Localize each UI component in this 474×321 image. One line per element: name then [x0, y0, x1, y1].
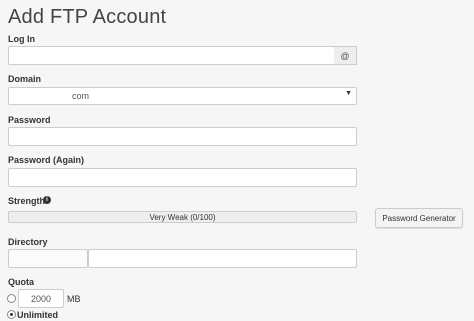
quota-limit-value: 2000 — [30, 293, 52, 304]
quota-unlimited-label: Unlimited — [17, 310, 59, 320]
password-label: Password — [8, 115, 51, 125]
quota-unlimited-radio[interactable] — [7, 310, 16, 319]
directory-label: Directory — [8, 237, 48, 247]
quota-unit: MB — [67, 294, 81, 304]
domain-selected-value: com — [72, 91, 90, 101]
password-generator-label: Password Generator — [382, 213, 456, 223]
strength-meter-text: Very Weak (0/100) — [149, 212, 216, 222]
domain-select[interactable]: com ▼ — [8, 87, 357, 105]
info-icon[interactable]: i — [43, 196, 51, 204]
page-title: Add FTP Account — [8, 6, 167, 28]
quota-limit-input[interactable]: 2000 — [18, 289, 64, 308]
password-again-label: Password (Again) — [8, 155, 85, 165]
password-generator-button[interactable]: Password Generator — [375, 208, 463, 228]
chevron-down-icon: ▼ — [345, 90, 352, 97]
login-label: Log In — [8, 34, 35, 44]
at-addon: @ — [334, 46, 357, 65]
domain-label: Domain — [8, 74, 42, 84]
login-input[interactable] — [8, 46, 335, 65]
directory-input[interactable] — [88, 249, 357, 268]
strength-meter: Very Weak (0/100) — [8, 211, 357, 223]
strength-label: Strength — [8, 196, 45, 206]
password-input[interactable] — [8, 127, 357, 146]
directory-prefix — [8, 249, 88, 268]
quota-limited-radio[interactable] — [7, 294, 16, 303]
password-again-input[interactable] — [8, 168, 357, 187]
quota-label: Quota — [8, 277, 34, 287]
